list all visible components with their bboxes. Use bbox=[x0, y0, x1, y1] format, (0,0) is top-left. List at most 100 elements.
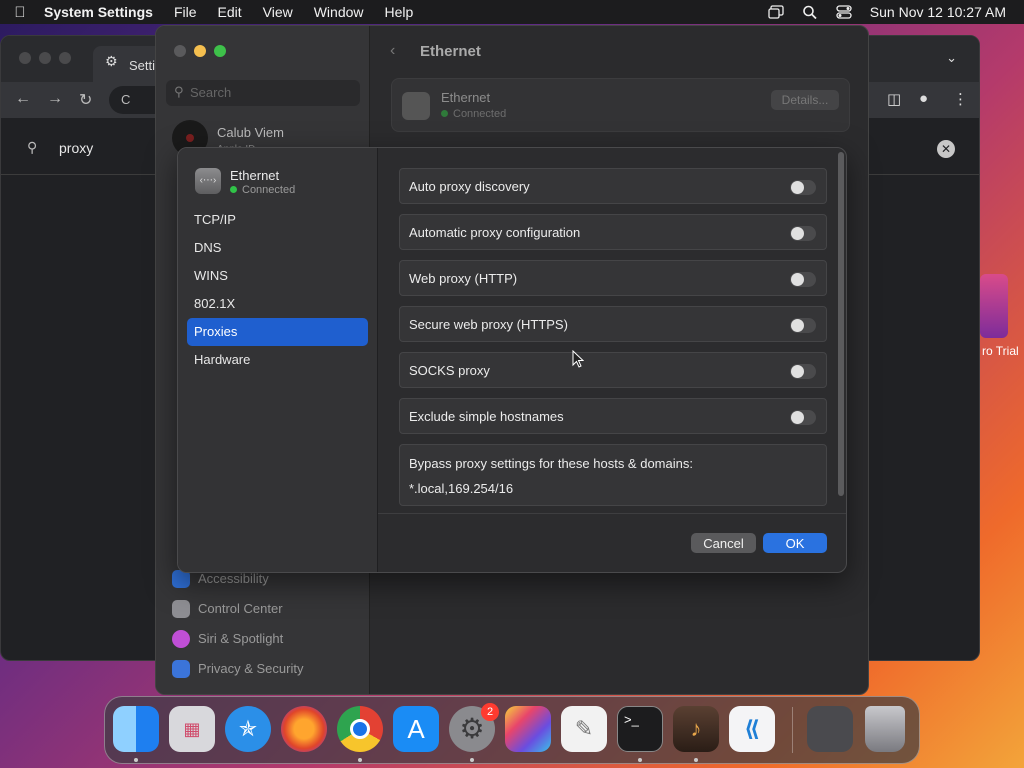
sidebar-item-label: Siri & Spotlight bbox=[198, 631, 284, 646]
ok-button[interactable]: OK bbox=[763, 533, 827, 553]
automatic-proxy-configuration-toggle[interactable] bbox=[790, 226, 816, 241]
exclude-simple-hostnames-toggle[interactable] bbox=[790, 410, 816, 425]
tab-search-chevron-icon[interactable]: ⌄ bbox=[946, 50, 957, 66]
settings-gear-icon: ⚙ bbox=[105, 53, 118, 69]
cancel-button[interactable]: Cancel bbox=[691, 533, 756, 553]
content-scrollbar[interactable] bbox=[838, 152, 844, 496]
textedit-icon[interactable]: ✎ bbox=[561, 706, 607, 752]
bypass-hosts-value: *.local,169.254/16 bbox=[409, 481, 514, 496]
option-label: Auto proxy discovery bbox=[409, 179, 530, 194]
option-label: Automatic proxy configuration bbox=[409, 225, 581, 240]
menu-bar-clock[interactable]: Sun Nov 12 10:27 AM bbox=[870, 4, 1006, 20]
minimize-button[interactable] bbox=[194, 45, 206, 57]
terminal-icon[interactable]: >_ bbox=[617, 706, 663, 752]
tab-wins[interactable]: WINS bbox=[187, 262, 368, 290]
socks-proxy-toggle[interactable] bbox=[790, 364, 816, 379]
final-cut-icon[interactable] bbox=[505, 706, 551, 752]
tab-dns[interactable]: DNS bbox=[187, 234, 368, 262]
chrome-close-button[interactable] bbox=[19, 52, 31, 64]
apple-menu-icon[interactable]:  bbox=[10, 4, 30, 21]
menu-file[interactable]: File bbox=[174, 4, 197, 20]
running-indicator bbox=[694, 758, 698, 762]
vscode-icon[interactable]: ⟪ bbox=[729, 706, 775, 752]
tab-hardware[interactable]: Hardware bbox=[187, 346, 368, 374]
side-panel-icon[interactable]: ◫ bbox=[887, 90, 901, 108]
option-label: Web proxy (HTTP) bbox=[409, 271, 518, 286]
secure-web-proxy-https-toggle[interactable] bbox=[790, 318, 816, 333]
desktop-app-icon[interactable] bbox=[980, 274, 1008, 338]
settings-search-field[interactable]: ⚲ Search bbox=[166, 80, 360, 106]
menu-view[interactable]: View bbox=[263, 4, 293, 20]
running-indicator bbox=[358, 758, 362, 762]
garageband-icon[interactable]: ♪ bbox=[673, 706, 719, 752]
chrome-tab[interactable]: Setti bbox=[93, 46, 163, 82]
reload-icon[interactable]: ↻ bbox=[79, 90, 92, 110]
chrome-icon[interactable] bbox=[337, 706, 383, 752]
menu-app-name[interactable]: System Settings bbox=[44, 4, 153, 20]
firefox-icon[interactable] bbox=[281, 706, 327, 752]
notification-badge: 2 bbox=[481, 703, 499, 721]
menu-bar:  System Settings File Edit View Window … bbox=[0, 0, 1024, 24]
menu-window[interactable]: Window bbox=[314, 4, 364, 20]
ethernet-icon bbox=[402, 92, 430, 120]
siri-icon bbox=[172, 630, 190, 648]
sidebar-item-label: Accessibility bbox=[198, 571, 269, 586]
ethernet-icon: ‹⋯› bbox=[195, 168, 221, 194]
secure-web-proxy-https-row: Secure web proxy (HTTPS) bbox=[399, 306, 827, 342]
close-button[interactable] bbox=[174, 45, 186, 57]
menu-help[interactable]: Help bbox=[385, 4, 414, 20]
trash-icon[interactable] bbox=[865, 706, 905, 752]
control-center-icon bbox=[172, 600, 190, 618]
chrome-zoom-button[interactable] bbox=[59, 52, 71, 64]
mouse-cursor-icon bbox=[572, 350, 584, 368]
details-button[interactable]: Details... bbox=[771, 90, 839, 110]
running-indicator bbox=[638, 758, 642, 762]
web-proxy-http-row: Web proxy (HTTP) bbox=[399, 260, 827, 296]
tab-tcp-ip[interactable]: TCP/IP bbox=[187, 206, 368, 234]
menu-edit[interactable]: Edit bbox=[218, 4, 242, 20]
running-indicator bbox=[470, 758, 474, 762]
sidebar-item-label: Control Center bbox=[198, 601, 283, 616]
settings-search-query: proxy bbox=[59, 140, 94, 156]
tab-802-1x[interactable]: 802.1X bbox=[187, 290, 368, 318]
control-center-icon[interactable] bbox=[836, 5, 852, 19]
profile-icon[interactable]: ● bbox=[919, 90, 928, 107]
sidebar-item-privacy-security[interactable]: Privacy & Security bbox=[172, 658, 362, 682]
chrome-window-controls bbox=[19, 52, 71, 64]
menu-bar-extras: Sun Nov 12 10:27 AM bbox=[768, 0, 1006, 24]
sidebar-item-siri-spotlight[interactable]: Siri & Spotlight bbox=[172, 628, 362, 652]
exclude-simple-hostnames-row: Exclude simple hostnames bbox=[399, 398, 827, 434]
ethernet-name: Ethernet bbox=[441, 90, 491, 105]
chrome-menu-icon[interactable]: ⋮ bbox=[953, 90, 968, 108]
web-proxy-http-toggle[interactable] bbox=[790, 272, 816, 287]
launchpad-icon[interactable]: ▦ bbox=[169, 706, 215, 752]
safari-icon[interactable]: ✯ bbox=[225, 706, 271, 752]
spotlight-search-icon[interactable] bbox=[802, 5, 818, 19]
finder-icon[interactable] bbox=[113, 706, 159, 752]
sidebar-item-control-center[interactable]: Control Center bbox=[172, 598, 362, 622]
screenshot-stack-icon[interactable] bbox=[807, 706, 853, 752]
footer-divider bbox=[378, 513, 846, 514]
bypass-label: Bypass proxy settings for these hosts & … bbox=[409, 456, 693, 471]
bypass-proxy-field[interactable]: Bypass proxy settings for these hosts & … bbox=[399, 444, 827, 506]
back-chevron-icon[interactable]: ‹ bbox=[390, 42, 395, 60]
zoom-button[interactable] bbox=[214, 45, 226, 57]
chrome-minimize-button[interactable] bbox=[39, 52, 51, 64]
search-icon: ⚲ bbox=[27, 139, 38, 155]
auto-proxy-discovery-toggle[interactable] bbox=[790, 180, 816, 195]
tab-proxies[interactable]: Proxies bbox=[187, 318, 368, 346]
interface-name: Ethernet bbox=[230, 168, 280, 183]
ethernet-card: Ethernet Connected Details... bbox=[391, 78, 850, 132]
status-dot-icon bbox=[441, 110, 448, 117]
back-arrow-icon[interactable]: ← bbox=[15, 90, 31, 108]
interface-status: Connected bbox=[230, 184, 295, 196]
option-label: Secure web proxy (HTTPS) bbox=[409, 317, 568, 332]
clear-search-icon[interactable]: ✕ bbox=[937, 140, 955, 158]
settings-window-controls bbox=[174, 45, 226, 57]
app-store-icon[interactable]: A bbox=[393, 706, 439, 752]
forward-arrow-icon[interactable]: → bbox=[47, 90, 63, 108]
search-icon: ⚲ bbox=[174, 84, 184, 99]
stage-manager-icon[interactable] bbox=[768, 5, 784, 19]
dialog-sidebar: ‹⋯› Ethernet Connected TCP/IP DNS WINS 8… bbox=[178, 148, 378, 572]
page-title: Ethernet bbox=[420, 43, 481, 60]
